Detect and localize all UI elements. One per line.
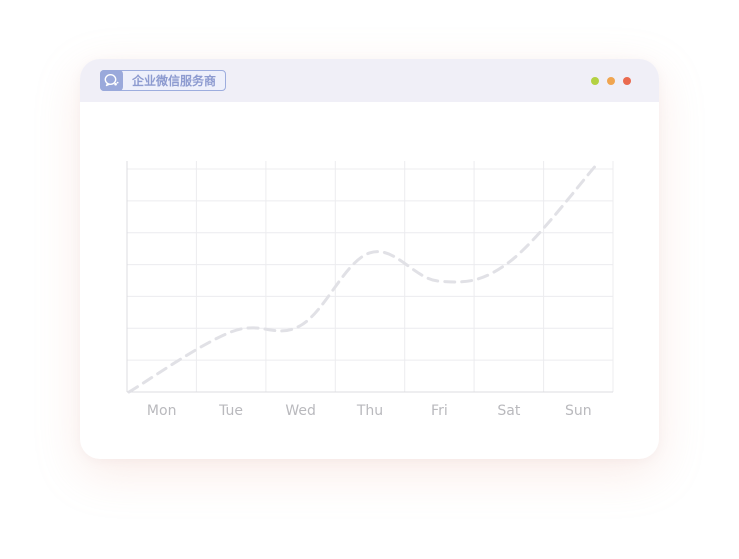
x-tick-label: Tue	[218, 403, 243, 419]
x-tick-label: Fri	[431, 403, 448, 419]
x-tick-label: Wed	[285, 403, 316, 419]
x-tick-label: Mon	[147, 403, 177, 419]
series-line	[127, 162, 599, 394]
line-chart: Mon Tue Wed Thu Fri Sat Sun	[126, 161, 614, 419]
x-tick-label: Sat	[497, 403, 520, 419]
app-window: 企业微信服务商 Mon Tue Wed Thu Fri Sat Sun	[80, 59, 659, 459]
x-tick-label: Thu	[356, 403, 383, 419]
x-tick-label: Sun	[565, 403, 592, 419]
